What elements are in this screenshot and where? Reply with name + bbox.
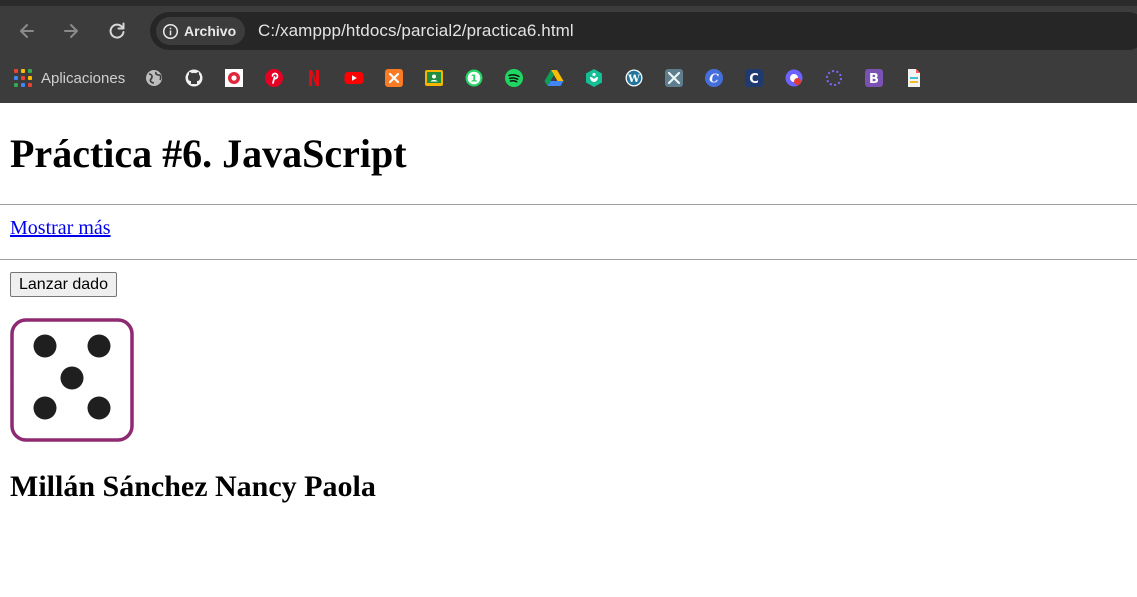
chrome-app-icon bbox=[785, 69, 803, 87]
bookmark-whatsapp[interactable]: 1 bbox=[463, 67, 485, 89]
spotify-icon bbox=[505, 69, 524, 87]
svg-text:W: W bbox=[627, 73, 640, 85]
arrow-left-icon bbox=[20, 24, 34, 38]
url-text[interactable]: C:/xamppp/htdocs/parcial2/practica6.html bbox=[258, 21, 574, 41]
apps-grid-icon bbox=[14, 69, 32, 87]
bookmark-classroom[interactable] bbox=[423, 67, 445, 89]
site-chip-label: Archivo bbox=[184, 23, 237, 39]
browser-chrome: Archivo C:/xamppp/htdocs/parcial2/practi… bbox=[0, 0, 1137, 103]
c-icon: C bbox=[745, 69, 764, 87]
svg-text:C: C bbox=[749, 72, 759, 87]
bootstrap-icon: B bbox=[865, 69, 884, 87]
page-content: Práctica #6. JavaScript Mostrar más Lanz… bbox=[0, 103, 1137, 597]
pinterest-icon bbox=[265, 69, 284, 87]
record-icon bbox=[225, 69, 244, 87]
roll-dice-button[interactable]: Lanzar dado bbox=[10, 272, 117, 297]
bookmark-canva[interactable]: C bbox=[703, 67, 725, 89]
dice-pip bbox=[87, 334, 111, 358]
khan-icon bbox=[586, 69, 603, 87]
canva-icon: C bbox=[705, 69, 724, 87]
bookmark-netflix[interactable] bbox=[303, 67, 325, 89]
bookmark-apps[interactable]: Aplicaciones bbox=[14, 69, 125, 87]
drive-icon bbox=[544, 70, 564, 86]
bookmark-chrome-app[interactable] bbox=[783, 67, 805, 89]
reload-icon bbox=[109, 22, 125, 39]
bookmark-wordpress[interactable]: W bbox=[623, 67, 645, 89]
bookmark-bootstrap[interactable]: B bbox=[863, 67, 885, 89]
author-name: Millán Sánchez Nancy Paola bbox=[10, 470, 376, 503]
bookmark-tools[interactable] bbox=[663, 67, 685, 89]
bookmark-pinterest[interactable] bbox=[263, 67, 285, 89]
bookmark-c[interactable]: C bbox=[743, 67, 765, 89]
info-icon bbox=[162, 23, 179, 39]
bookmark-khan[interactable] bbox=[583, 67, 605, 89]
bookmark-globe[interactable] bbox=[143, 67, 165, 89]
reload-button[interactable] bbox=[104, 18, 130, 44]
page-title: Práctica #6. JavaScript bbox=[10, 131, 407, 176]
github-icon bbox=[185, 69, 203, 87]
globe-icon bbox=[146, 70, 163, 86]
dice-pip bbox=[60, 366, 84, 390]
show-more-link[interactable]: Mostrar más bbox=[10, 217, 111, 239]
bookmark-apps-label: Aplicaciones bbox=[41, 69, 126, 87]
back-button[interactable] bbox=[14, 18, 40, 44]
svg-text:1: 1 bbox=[471, 74, 478, 85]
dice-image bbox=[10, 318, 134, 442]
dice-pip bbox=[33, 396, 57, 420]
divider bbox=[0, 259, 1137, 260]
bookmark-xampp[interactable] bbox=[383, 67, 405, 89]
xampp-icon bbox=[385, 69, 404, 87]
svg-text:B: B bbox=[869, 72, 879, 87]
browser-toolbar: Archivo C:/xamppp/htdocs/parcial2/practi… bbox=[0, 10, 1137, 52]
svg-text:C: C bbox=[709, 72, 719, 86]
bookmark-record[interactable] bbox=[223, 67, 245, 89]
divider bbox=[0, 204, 1137, 205]
bookmarks-bar: Aplicaciones 1 W C C B bbox=[14, 64, 943, 92]
bookmark-spotify[interactable] bbox=[503, 67, 525, 89]
file-icon bbox=[908, 69, 921, 87]
classroom-icon bbox=[425, 70, 444, 86]
bookmark-youtube[interactable] bbox=[343, 67, 365, 89]
youtube-icon bbox=[344, 72, 364, 84]
bookmark-drive[interactable] bbox=[543, 67, 565, 89]
dots-icon bbox=[826, 70, 843, 86]
bookmark-dots[interactable] bbox=[823, 67, 845, 89]
netflix-icon bbox=[309, 70, 320, 86]
arrow-right-icon bbox=[64, 24, 78, 38]
tools-icon bbox=[665, 69, 684, 87]
whatsapp-icon: 1 bbox=[465, 69, 483, 87]
wordpress-icon: W bbox=[625, 69, 643, 87]
dice-pip bbox=[87, 396, 111, 420]
dice-pip bbox=[33, 334, 57, 358]
bookmark-github[interactable] bbox=[183, 67, 205, 89]
site-info-chip[interactable]: Archivo bbox=[156, 17, 246, 45]
address-bar[interactable]: Archivo C:/xamppp/htdocs/parcial2/practi… bbox=[150, 12, 1137, 50]
forward-button[interactable] bbox=[58, 18, 84, 44]
bookmark-file[interactable] bbox=[903, 67, 925, 89]
